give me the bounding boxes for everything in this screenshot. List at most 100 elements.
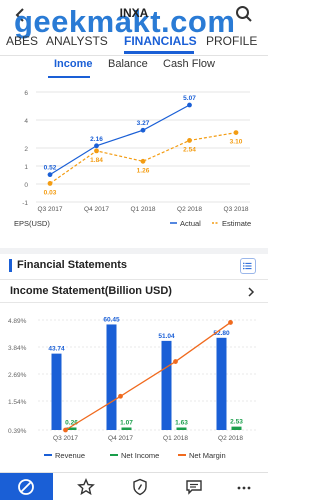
revenue-label: 60.45 [103, 316, 120, 323]
net-income-bar [121, 427, 132, 430]
search-icon[interactable] [234, 4, 254, 24]
more-icon [237, 486, 251, 490]
section-accent-bar [9, 259, 12, 272]
chat-icon [186, 480, 202, 495]
nav-watchlist[interactable] [60, 473, 113, 500]
tab-profile[interactable]: PROFILE [206, 34, 257, 48]
y-tick-label: -1 [22, 200, 28, 207]
nav-home[interactable] [0, 473, 53, 500]
x-tick-label: Q4 2017 [108, 435, 133, 442]
y-tick-label: 2 [24, 146, 28, 153]
legend-label: Net Margin [189, 451, 226, 460]
series-line-actual [49, 104, 190, 176]
y-tick-label: 2.69% [8, 372, 27, 379]
data-label: 2.54 [183, 146, 196, 153]
nav-news[interactable] [168, 473, 221, 500]
y-tick-label: 0 [24, 182, 28, 189]
statement-tabs: Income Balance Cash Flow [0, 58, 268, 78]
data-point [140, 127, 146, 133]
section-divider [0, 248, 268, 254]
y-tick-label: 1.54% [8, 399, 27, 406]
net-income-label: 2.53 [230, 419, 243, 426]
x-tick-label: Q3 2017 [38, 206, 63, 213]
active-subtab-indicator [48, 76, 90, 78]
star-icon [77, 478, 95, 496]
data-label: 1.26 [137, 167, 150, 174]
active-tab-indicator [124, 51, 194, 54]
tab-abes[interactable]: ABES [6, 34, 38, 48]
income-chart: 4.89%3.84%2.69%1.54%0.39%43.740.26Q3 201… [8, 316, 258, 460]
revenue-bar [216, 337, 227, 430]
net-margin-point [173, 359, 178, 364]
series-line-estimate [49, 132, 237, 184]
data-label: 0.52 [44, 165, 57, 172]
no-entry-icon [18, 479, 34, 495]
data-label: 0.03 [44, 189, 57, 196]
nav-more[interactable] [218, 473, 271, 500]
data-label: 5.07 [183, 95, 196, 102]
tab-analysts[interactable]: ANALYSTS [46, 34, 108, 48]
revenue-label: 51.04 [158, 333, 175, 340]
subtab-income[interactable]: Income [54, 58, 93, 70]
bottom-nav [0, 472, 268, 500]
main-tabs: ABES ANALYSTS FINANCIALS PROFILE [0, 34, 268, 54]
data-label: 1.84 [90, 157, 103, 164]
data-point [187, 102, 192, 108]
chevron-right-icon [248, 287, 255, 297]
revenue-label: 43.74 [48, 346, 65, 353]
x-tick-label: Q2 2018 [218, 435, 243, 442]
x-tick-label: Q3 2018 [224, 206, 249, 213]
revenue-bar [106, 324, 117, 430]
data-label: 3.10 [230, 139, 243, 146]
legend-label: Revenue [55, 451, 85, 460]
x-tick-label: Q2 2018 [177, 206, 202, 213]
income-statement-selector[interactable]: Income Statement(Billion USD) [0, 279, 268, 303]
net-income-bar [231, 426, 242, 430]
legend-label: Estimate [222, 219, 251, 228]
x-tick-label: Q1 2018 [163, 435, 188, 442]
data-label: 3.27 [137, 120, 150, 127]
data-point [233, 130, 239, 135]
financial-statements-title: Financial Statements [17, 259, 128, 271]
data-label: 2.16 [90, 136, 103, 143]
nav-portfolio[interactable] [114, 473, 167, 500]
data-point [47, 172, 53, 178]
y-tick-label: 1 [24, 164, 28, 171]
revenue-bar [161, 340, 172, 430]
net-income-bar [176, 427, 187, 430]
x-tick-label: Q4 2017 [84, 206, 109, 213]
y-axis-label: EPS(USD) [14, 219, 50, 228]
data-point [140, 158, 146, 164]
legend-label: Net Income [121, 451, 159, 460]
data-point [187, 138, 192, 143]
net-margin-point [228, 320, 233, 325]
y-tick-label: 4.89% [8, 318, 27, 325]
y-tick-label: 3.84% [8, 345, 27, 352]
net-margin-line [65, 321, 231, 431]
x-tick-label: Q1 2018 [131, 206, 156, 213]
shield-icon [133, 478, 147, 496]
legend-label: Actual [180, 219, 201, 228]
net-income-label: 1.63 [175, 420, 188, 427]
subtab-cash-flow[interactable]: Cash Flow [163, 58, 215, 70]
income-statement-title: Income Statement(Billion USD) [10, 285, 172, 297]
data-point [94, 148, 99, 154]
y-tick-label: 6 [24, 90, 28, 97]
revenue-bar [51, 353, 62, 430]
net-margin-point [118, 393, 123, 399]
list-view-icon[interactable] [240, 258, 256, 274]
data-point [94, 143, 99, 149]
top-bar: geekmakt.com INXA [0, 0, 268, 37]
net-margin-point [63, 427, 68, 433]
x-tick-label: Q3 2017 [53, 435, 78, 442]
y-tick-label: 0.39% [8, 428, 27, 435]
tab-financials[interactable]: FINANCIALS [124, 34, 197, 48]
financial-statements-header: Financial Statements [0, 256, 268, 276]
eps-chart: 6 4 2 1 0 -1 Q3 2017 Q4 2017 Q1 2018 Q2 2018 Q3 20… [14, 90, 251, 228]
page-title: INXA [119, 6, 149, 20]
y-tick-label: 4 [24, 118, 28, 125]
tabs-divider [0, 55, 268, 56]
subtab-balance[interactable]: Balance [108, 58, 148, 70]
data-point [47, 181, 53, 186]
net-income-label: 1.07 [120, 420, 133, 427]
